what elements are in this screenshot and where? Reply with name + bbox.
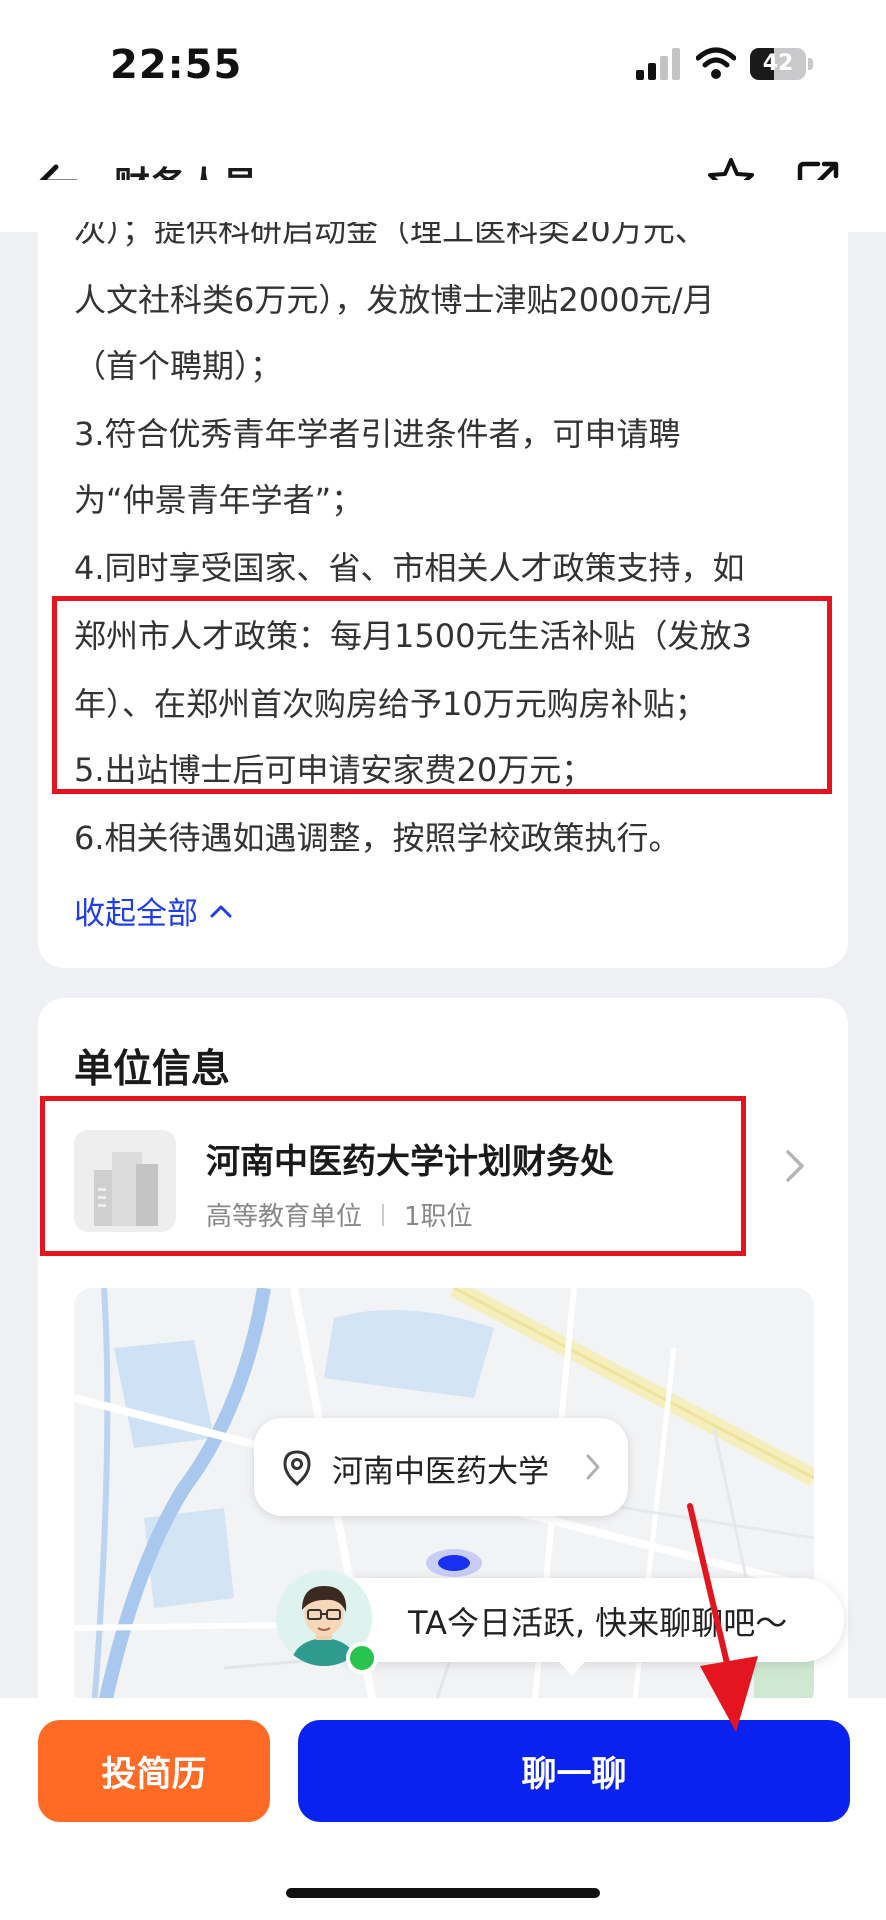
chevron-up-icon [210, 905, 232, 917]
map-location-name: 河南中医药大学 [332, 1454, 549, 1490]
benefit-line: 4.同时享受国家、省、市相关人才政策支持，如 [74, 549, 745, 587]
map-location-popup[interactable]: 河南中医药大学 [254, 1418, 628, 1516]
wifi-icon [696, 47, 736, 79]
map-marker-icon [426, 1549, 482, 1577]
cellular-signal-icon [636, 48, 680, 80]
benefit-line: 3.符合优秀青年学者引进条件者，可申请聘 [74, 415, 681, 453]
benefit-line: （首个聘期）； [74, 347, 283, 385]
online-status-dot [346, 1642, 378, 1674]
benefit-line: 人文社科类6万元），发放博士津贴2000元/月 [74, 281, 715, 319]
section-title: 单位信息 [74, 1047, 231, 1092]
collapse-all-link[interactable]: 收起全部 [74, 888, 234, 933]
battery-icon: 42 [750, 48, 814, 80]
location-pin-icon [283, 1450, 311, 1486]
battery-level: 42 [762, 51, 794, 76]
highlight-box-benefits [52, 596, 832, 794]
bubble-tail [554, 1656, 590, 1676]
submit-resume-button[interactable]: 投简历 [38, 1720, 270, 1822]
benefit-line: 6.相关待遇如遇调整，按照学校政策执行。 [74, 819, 681, 857]
home-indicator[interactable] [286, 1888, 600, 1898]
status-bar: 22:55 42 [0, 0, 886, 130]
status-time: 22:55 [110, 42, 243, 88]
red-arrow-annotation [687, 1503, 758, 1732]
collapse-all-label: 收起全部 [74, 896, 198, 932]
benefit-line: 为“仲景青年学者”； [74, 481, 364, 519]
chevron-right-icon [586, 1454, 600, 1480]
highlight-box-company [40, 1096, 746, 1256]
chevron-right-icon[interactable] [782, 1146, 808, 1186]
